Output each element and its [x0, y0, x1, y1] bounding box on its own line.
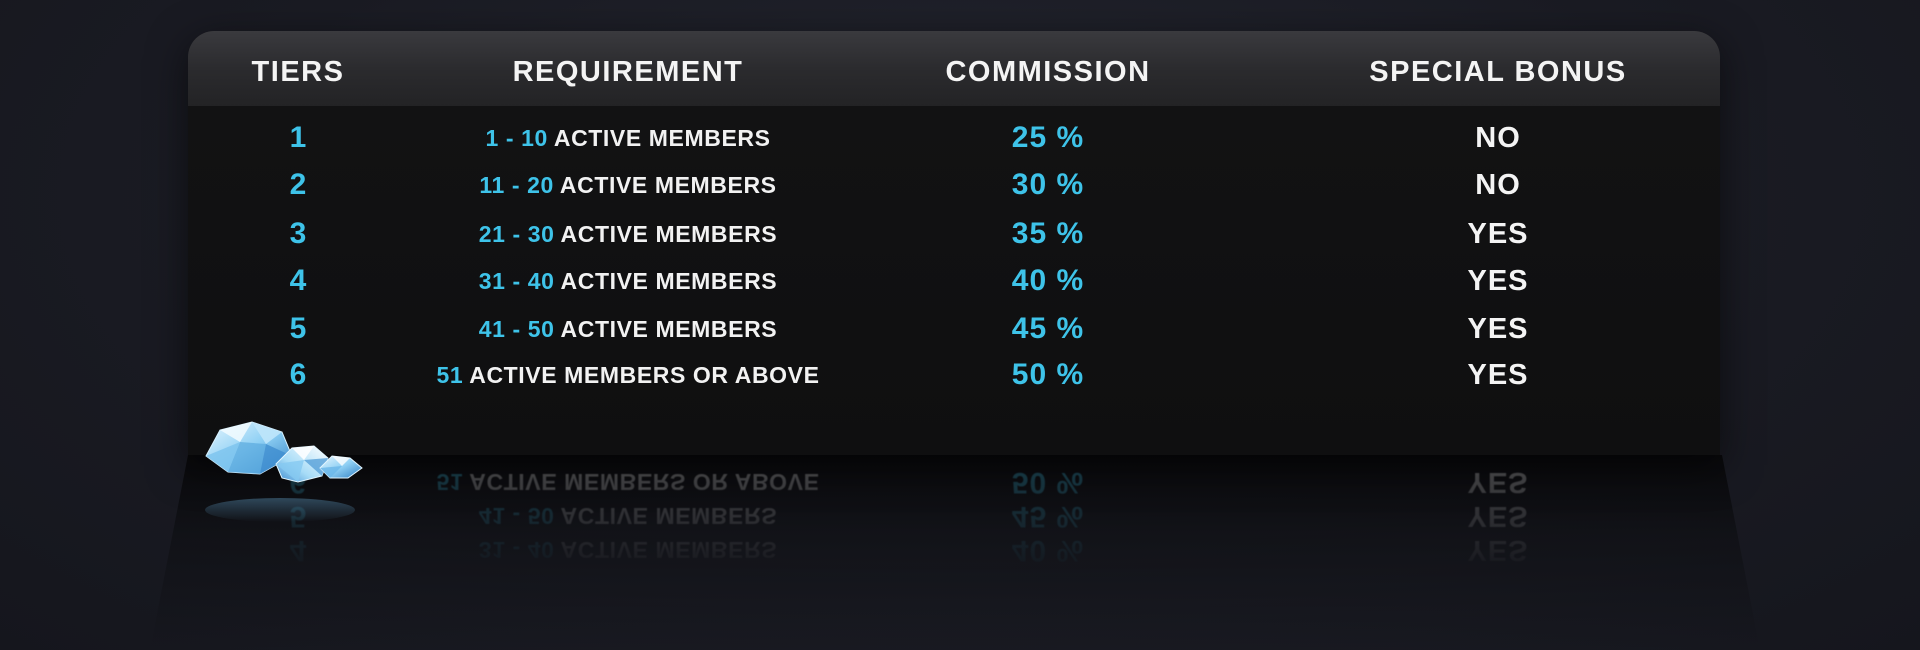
- reflection-bonus: YES: [1467, 534, 1529, 566]
- bonus-value: YES: [1467, 218, 1529, 250]
- table-row: 1 1 - 10 ACTIVE MEMBERS 25 % NO: [188, 115, 1720, 161]
- commission-value: 40 %: [1011, 264, 1085, 297]
- member-range: 21 - 30: [478, 221, 555, 247]
- diamond-reflection: [205, 498, 355, 522]
- member-range: 31 - 40: [478, 268, 555, 294]
- bonus-value: YES: [1467, 313, 1529, 345]
- requirement-text: ACTIVE MEMBERS: [560, 221, 778, 247]
- table-row: 4 31 - 40 ACTIVE MEMBERS 40 % YES: [188, 258, 1720, 304]
- diamond-cluster-graphic: [205, 421, 363, 522]
- commission-value: 25 %: [1011, 121, 1085, 154]
- commission-value: 35 %: [1011, 217, 1085, 250]
- commission-value: 30 %: [1011, 168, 1085, 201]
- reflection-req-text: ACTIVE MEMBERS: [560, 503, 778, 529]
- member-range: 11 - 20: [479, 172, 554, 198]
- header-special-bonus: SPECIAL BONUS: [1369, 56, 1627, 88]
- requirement-text: ACTIVE MEMBERS: [560, 268, 778, 294]
- reflection-req-text: ACTIVE MEMBERS: [560, 537, 778, 563]
- reflection-flip: 6 51ACTIVE MEMBERS OR ABOVE 50 % YES 5 4…: [188, 455, 1720, 575]
- bonus-value: NO: [1475, 169, 1521, 201]
- reflection-requirement: 31 - 40 ACTIVE MEMBERS: [378, 527, 878, 573]
- tier-number: 2: [289, 168, 307, 201]
- requirement-text: ACTIVE MEMBERS: [560, 316, 778, 342]
- reflection-commission: 40 %: [1011, 534, 1085, 567]
- reflection-tier: 4: [289, 534, 307, 567]
- commission-value: 50 %: [1011, 358, 1085, 391]
- requirement-text: ACTIVE MEMBERS: [559, 172, 777, 198]
- requirement-cell: 11 - 20 ACTIVE MEMBERS: [378, 162, 878, 208]
- commission-tiers-panel: TIERS REQUIREMENT COMMISSION SPECIAL BON…: [0, 0, 1920, 650]
- header-commission: COMMISSION: [945, 56, 1151, 88]
- requirement-cell: 1 - 10 ACTIVE MEMBERS: [378, 115, 878, 161]
- requirement-cell: 51 ACTIVE MEMBERS OR ABOVE: [378, 352, 878, 398]
- tier-number: 1: [289, 121, 307, 154]
- reflection-range: 31 - 40: [478, 537, 555, 563]
- commission-table: TIERS REQUIREMENT COMMISSION SPECIAL BON…: [188, 31, 1720, 455]
- reflection-req-text: ACTIVE MEMBERS OR ABOVE: [469, 469, 820, 495]
- bonus-value: YES: [1467, 265, 1529, 297]
- table-row: 3 21 - 30 ACTIVE MEMBERS 35 % YES: [188, 211, 1720, 257]
- requirement-text: ACTIVE MEMBERS: [553, 125, 771, 151]
- bonus-value: YES: [1467, 359, 1529, 391]
- header-requirement: REQUIREMENT: [512, 56, 744, 88]
- table-row: 5 41 - 50 ACTIVE MEMBERS 45 % YES: [188, 306, 1720, 352]
- tier-number: 5: [289, 312, 307, 345]
- reflection-range: 41 - 50: [478, 503, 555, 529]
- member-range: 51: [436, 362, 464, 388]
- tier-number: 3: [289, 217, 307, 250]
- requirement-cell: 21 - 30 ACTIVE MEMBERS: [378, 211, 878, 257]
- table-row: 6 51 ACTIVE MEMBERS OR ABOVE 50 % YES: [188, 352, 1720, 398]
- table-row: 2 11 - 20 ACTIVE MEMBERS 30 % NO: [188, 162, 1720, 208]
- requirement-text: ACTIVE MEMBERS OR ABOVE: [469, 362, 820, 388]
- reflection-row: 4 31 - 40 ACTIVE MEMBERS 40 % YES: [188, 527, 1720, 573]
- member-range: 41 - 50: [478, 316, 555, 342]
- requirement-cell: 31 - 40 ACTIVE MEMBERS: [378, 258, 878, 304]
- table-reflection: 6 51ACTIVE MEMBERS OR ABOVE 50 % YES 5 4…: [188, 455, 1720, 575]
- table-header: TIERS REQUIREMENT COMMISSION SPECIAL BON…: [188, 31, 1720, 107]
- requirement-cell: 41 - 50 ACTIVE MEMBERS: [378, 306, 878, 352]
- header-tiers: TIERS: [251, 56, 345, 88]
- reflection-range: 51: [436, 469, 464, 495]
- member-range: 1 - 10: [485, 125, 548, 151]
- table-body: 1 1 - 10 ACTIVE MEMBERS 25 % NO 2 11 - 20…: [188, 106, 1720, 455]
- commission-value: 45 %: [1011, 312, 1085, 345]
- tier-number: 4: [289, 264, 307, 297]
- tier-number: 6: [289, 358, 307, 391]
- diamond-cluster-icon: [200, 412, 380, 532]
- bonus-value: NO: [1475, 122, 1521, 154]
